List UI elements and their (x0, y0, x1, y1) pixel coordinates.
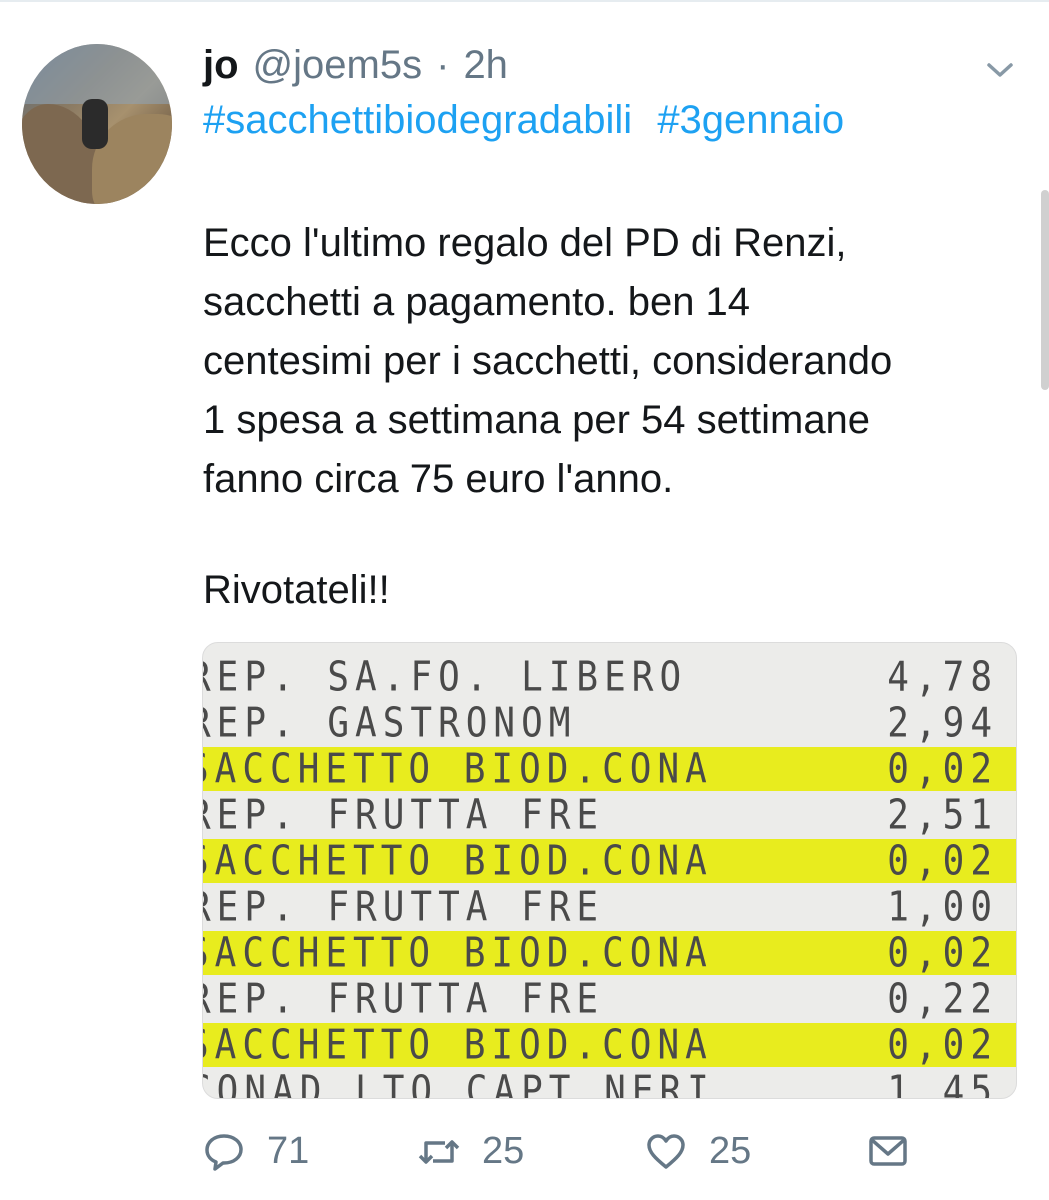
receipt-row: CONAD LTO CAPT NERI 1,45 (202, 1067, 1016, 1099)
tweet-header: jo @joem5s · 2h (203, 40, 508, 90)
receipt-item-amount: 0,22 (887, 975, 998, 1023)
receipt-item-description: REP. FRUTTA FRE (202, 883, 605, 931)
tweet-text: Ecco l'ultimo regalo del PD di Renzi, sa… (203, 214, 1023, 509)
tweet-text-line: centesimi per i sacchetti, considerando (203, 339, 893, 383)
tweet-actions: 71 25 25 (203, 1130, 1013, 1190)
hashtag-link[interactable]: #sacchettibiodegradabili (203, 98, 632, 142)
receipt-item-amount: 0,02 (887, 745, 998, 793)
receipt-item-description: CONAD LTO CAPT NERI (202, 1067, 715, 1099)
receipt-item-description: SACCHETTO BIOD.CONA (202, 745, 713, 793)
tweet-time[interactable]: 2h (463, 43, 508, 88)
tweet-text-line: Ecco l'ultimo regalo del PD di Renzi, (203, 221, 847, 265)
receipt-item-amount: 1,45 (887, 1067, 998, 1099)
receipt-item-description: SACCHETTO BIOD.CONA (202, 929, 713, 977)
receipt-row-highlighted: SACCHETTO BIOD.CONA 0,02 (202, 745, 1016, 793)
receipt-row: REP. GASTRONOM 2,94 (202, 699, 1016, 747)
receipt-item-amount: 0,02 (887, 929, 998, 977)
heart-icon[interactable] (645, 1131, 687, 1173)
receipt-item-amount: 0,02 (887, 1021, 998, 1069)
receipt-row-highlighted: SACCHETTO BIOD.CONA 0,02 (202, 929, 1016, 977)
author-name[interactable]: jo (203, 43, 239, 88)
scrollbar[interactable] (1041, 190, 1049, 390)
receipt-row: REP. FRUTTA FRE 2,51 (202, 791, 1016, 839)
tweet-closing-text: Rivotateli!! (203, 568, 390, 612)
receipt-row: REP. FRUTTA FRE 1,00 (202, 883, 1016, 931)
hashtags: #sacchettibiodegradabili #3gennaio (203, 98, 858, 143)
receipt-item-amount: 1,00 (887, 883, 998, 931)
receipt-item-amount: 2,51 (887, 791, 998, 839)
receipt-item-description: SACCHETTO BIOD.CONA (202, 1021, 713, 1069)
reply-action[interactable]: 71 (203, 1130, 309, 1173)
receipt-item-description: REP. FRUTTA FRE (202, 791, 605, 839)
top-divider (0, 0, 1049, 2)
tweet-text-line: sacchetti a pagamento. ben 14 (203, 280, 751, 324)
avatar[interactable] (22, 44, 172, 204)
receipt-item-description: SACCHETTO BIOD.CONA (202, 837, 713, 885)
receipt-item-description: REP. GASTRONOM (202, 699, 577, 747)
reply-count: 71 (267, 1130, 310, 1172)
separator-dot: · (436, 42, 450, 87)
chevron-down-icon[interactable] (986, 60, 1014, 80)
retweet-icon[interactable] (418, 1131, 460, 1173)
tweet-text-line: 1 spesa a settimana per 54 settimane (203, 398, 871, 442)
receipt-item-amount: 0,02 (887, 837, 998, 885)
receipt-item-amount: 4,78 (887, 653, 998, 701)
receipt-row: REP. FRUTTA FRE 0,22 (202, 975, 1016, 1023)
author-handle[interactable]: @joem5s (253, 43, 423, 88)
receipt-row-highlighted: SACCHETTO BIOD.CONA 0,02 (202, 1021, 1016, 1069)
receipt-item-description: REP. SA.FO. LIBERO (202, 653, 688, 701)
receipt-item-description: REP. FRUTTA FRE (202, 975, 605, 1023)
retweet-count: 25 (482, 1130, 525, 1172)
mail-icon[interactable] (867, 1130, 909, 1172)
receipt-row: REP. SA.FO. LIBERO 4,78 (202, 653, 1016, 701)
retweet-action[interactable]: 25 (418, 1130, 524, 1173)
avatar-sky (22, 44, 172, 104)
tweet-photo-receipt[interactable]: REP. SA.FO. LIBERO 4,78 REP. GASTRONOM 2,94… (202, 642, 1017, 1099)
like-action[interactable]: 25 (645, 1130, 751, 1173)
hashtag-link[interactable]: #3gennaio (657, 98, 844, 142)
receipt-row-highlighted: SACCHETTO BIOD.CONA 0,02 (202, 837, 1016, 885)
like-count: 25 (709, 1130, 752, 1172)
tweet-text-line: fanno circa 75 euro l'anno. (203, 457, 674, 501)
receipt-item-amount: 2,94 (887, 699, 998, 747)
avatar-climber (82, 99, 108, 149)
reply-icon[interactable] (203, 1131, 245, 1173)
share-action[interactable] (867, 1130, 909, 1172)
